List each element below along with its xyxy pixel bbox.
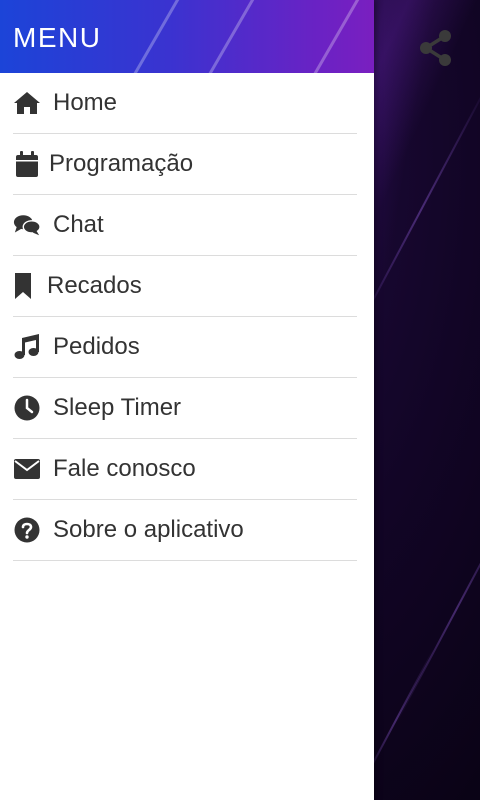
share-button[interactable] xyxy=(418,28,454,68)
chat-icon xyxy=(13,211,41,239)
menu-item-label: Sleep Timer xyxy=(53,394,182,421)
drawer-header: MENU xyxy=(0,0,374,73)
menu-item-label: Sobre o aplicativo xyxy=(53,516,244,543)
menu-item-home[interactable]: Home xyxy=(13,73,357,134)
clock-icon xyxy=(13,394,41,422)
menu-item-label: Chat xyxy=(53,211,104,238)
menu-list: Home Programação Chat Recados Pedidos Sl… xyxy=(0,73,374,561)
menu-item-recados[interactable]: Recados xyxy=(13,256,357,317)
share-icon xyxy=(420,30,451,66)
menu-item-fale-conosco[interactable]: Fale conosco xyxy=(13,439,357,500)
menu-item-chat[interactable]: Chat xyxy=(13,195,357,256)
navigation-drawer: MENU Home Programação Chat Recados Pedid… xyxy=(0,0,374,800)
menu-item-label: Home xyxy=(53,89,118,116)
menu-item-label: Fale conosco xyxy=(53,455,196,482)
menu-item-label: Recados xyxy=(47,272,142,299)
menu-item-pedidos[interactable]: Pedidos xyxy=(13,317,357,378)
music-note-icon xyxy=(13,333,41,361)
menu-item-sleep-timer[interactable]: Sleep Timer xyxy=(13,378,357,439)
home-icon xyxy=(13,89,41,117)
drawer-title: MENU xyxy=(13,22,102,53)
menu-item-label: Programação xyxy=(49,150,194,177)
menu-item-sobre-o-aplicativo[interactable]: Sobre o aplicativo xyxy=(13,500,357,561)
bookmark-icon xyxy=(13,272,33,300)
menu-item-programacao[interactable]: Programação xyxy=(13,134,357,195)
calendar-icon xyxy=(13,150,41,178)
envelope-icon xyxy=(13,455,41,483)
menu-item-label: Pedidos xyxy=(53,333,140,360)
question-circle-icon xyxy=(13,516,41,544)
